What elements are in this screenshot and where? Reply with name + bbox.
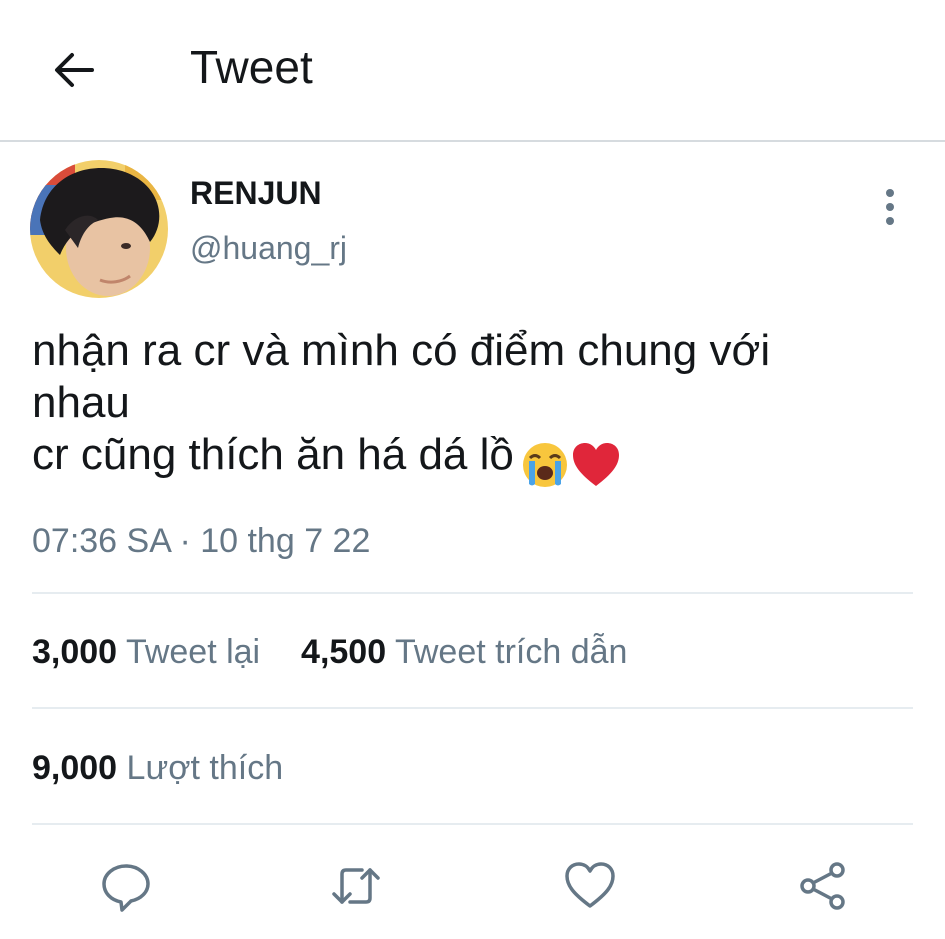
back-button[interactable] xyxy=(48,44,100,96)
share-icon xyxy=(800,862,845,910)
page-title: Tweet xyxy=(190,41,313,93)
tweet-text: nhận ra cr và mình có điểm chung với nha… xyxy=(32,325,912,490)
red-heart-emoji xyxy=(572,443,619,487)
retweets-stat[interactable]: 3,000 Tweet lại xyxy=(32,633,260,671)
engagement-stats-row: 3,000 Tweet lại 4,500 Tweet trích dẫn xyxy=(32,633,627,672)
avatar[interactable] xyxy=(30,160,168,298)
retweet-count: 3,000 xyxy=(32,633,118,671)
tweet-line: nhau xyxy=(32,378,130,427)
likes-stat[interactable]: 9,000 Lượt thích xyxy=(32,749,283,787)
reply-button[interactable] xyxy=(98,858,154,914)
quote-count: 4,500 xyxy=(301,633,387,671)
retweet-icon xyxy=(332,868,380,904)
loudly-crying-face-emoji xyxy=(522,443,567,488)
quotes-stat[interactable]: 4,500 Tweet trích dẫn xyxy=(301,633,627,671)
top-bar: Tweet xyxy=(0,0,945,140)
author-handle[interactable]: @huang_rj xyxy=(190,230,347,267)
like-count: 9,000 xyxy=(32,749,118,787)
header-divider xyxy=(0,140,945,142)
like-icon xyxy=(565,862,615,908)
share-button[interactable] xyxy=(795,858,851,914)
tweet-timestamp: 07:36 SA · 10 thg 7 22 xyxy=(32,522,371,560)
like-button[interactable] xyxy=(562,858,618,914)
emoji-group xyxy=(520,437,622,490)
more-options-button[interactable] xyxy=(872,185,908,229)
retweet-label: Tweet lại xyxy=(125,633,261,671)
divider xyxy=(32,592,913,594)
author-name[interactable]: RENJUN xyxy=(190,175,322,212)
arrow-left-icon xyxy=(55,53,94,87)
tweet-line-text: cr cũng thích ăn há dá lồ xyxy=(32,430,514,479)
tweet-line: cr cũng thích ăn há dá lồ xyxy=(32,429,912,490)
more-vertical-icon xyxy=(886,189,894,225)
like-label: Lượt thích xyxy=(126,749,284,787)
divider xyxy=(32,707,913,709)
likes-stats-row: 9,000 Lượt thích xyxy=(32,749,283,788)
quote-label: Tweet trích dẫn xyxy=(394,633,628,671)
retweet-button[interactable] xyxy=(328,858,384,914)
divider xyxy=(32,823,913,825)
reply-icon xyxy=(102,864,150,912)
tweet-line: nhận ra cr và mình có điểm chung với xyxy=(32,326,771,375)
